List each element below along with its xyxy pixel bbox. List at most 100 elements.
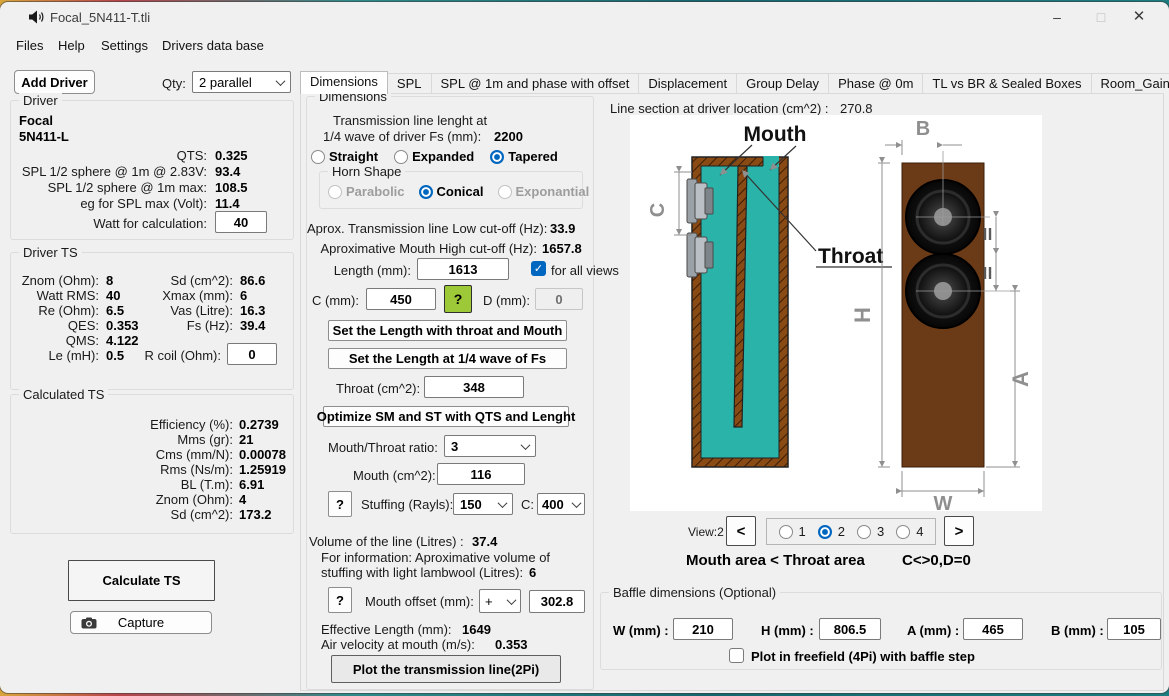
mouth-offset-input[interactable] <box>529 590 585 613</box>
tab-phase-0m[interactable]: Phase @ 0m <box>828 73 923 94</box>
title-bar: Focal_5N411-T.tli – □ ✕ <box>0 2 1169 32</box>
minimize-button[interactable]: – <box>1035 2 1079 32</box>
view-3-radio[interactable] <box>857 525 871 539</box>
baffle-a-input[interactable] <box>963 618 1023 640</box>
optimize-button[interactable]: Optimize SM and ST with QTS and Lenght <box>323 406 569 427</box>
c-dim-label: C <box>647 203 669 217</box>
c-help-button[interactable]: ? <box>444 285 472 313</box>
capture-label: Capture <box>118 615 164 630</box>
length-input[interactable] <box>417 258 509 280</box>
calculated-ts-group-title: Calculated TS <box>19 387 108 402</box>
shape-straight-radio[interactable] <box>311 150 325 164</box>
driver-row-value: 93.4 <box>215 164 240 179</box>
cts-label: Efficiency (%): <box>11 417 233 432</box>
horn-conical-radio[interactable] <box>419 185 433 199</box>
view-1-radio[interactable] <box>779 525 793 539</box>
tab-tl-vs-br-sealed[interactable]: TL vs BR & Sealed Boxes <box>922 73 1091 94</box>
view-next-button[interactable]: > <box>944 516 974 546</box>
close-button[interactable]: ✕ <box>1117 2 1161 32</box>
offset-help-button[interactable]: ? <box>328 587 352 613</box>
baffle-w-label: W (mm) : <box>613 623 669 638</box>
app-window: Focal_5N411-T.tli – □ ✕ Files Help Setti… <box>0 2 1169 693</box>
throat-input[interactable] <box>424 376 524 398</box>
mouth-throat-ratio-value: 3 <box>451 439 458 454</box>
chevron-down-icon <box>498 498 508 508</box>
view-1-label[interactable]: 1 <box>799 524 806 539</box>
for-all-views-checkbox[interactable]: ✓ <box>531 261 546 276</box>
cts-value: 1.25919 <box>239 462 286 477</box>
a-dim-label: A <box>1008 371 1033 387</box>
horn-conical-label[interactable]: Conical <box>437 184 484 199</box>
throat-label: Throat (cm^2): <box>336 381 420 396</box>
qty-select[interactable]: 2 parallel <box>192 71 291 93</box>
view-3-label[interactable]: 3 <box>877 524 884 539</box>
menu-help[interactable]: Help <box>58 38 85 53</box>
offset-sign-select[interactable]: + <box>479 589 521 613</box>
add-driver-button[interactable]: Add Driver <box>14 70 95 94</box>
ts-value: 40 <box>106 288 120 303</box>
qty-value: 2 parallel <box>199 75 252 90</box>
calculated-ts-groupbox: Calculated TS Efficiency (%): 0.2739 Mms… <box>10 394 294 534</box>
cts-label: Znom (Ohm): <box>11 492 233 507</box>
horn-parabolic-label[interactable]: Parabolic <box>346 184 405 199</box>
ts-label: QES: <box>11 318 99 333</box>
c-mm-input[interactable] <box>366 288 436 310</box>
plot-transmission-line-button[interactable]: Plot the transmission line(2Pi) <box>331 655 561 683</box>
for-all-views-label[interactable]: for all views <box>551 263 619 278</box>
stuffing-select[interactable]: 150 <box>453 493 513 515</box>
ts-label: QMS: <box>11 333 99 348</box>
shape-expanded-radio[interactable] <box>394 150 408 164</box>
tab-dimensions[interactable]: Dimensions <box>300 71 388 94</box>
view-prev-button[interactable]: < <box>726 516 756 546</box>
set-length-throat-mouth-button[interactable]: Set the Length with throat and Mouth <box>328 320 567 341</box>
menu-settings[interactable]: Settings <box>101 38 148 53</box>
mouth-throat-note: Mouth area < Throat area <box>686 552 865 569</box>
horn-parabolic-radio[interactable] <box>328 185 342 199</box>
baffle-b-input[interactable] <box>1107 618 1161 640</box>
ts-label: Re (Ohm): <box>11 303 99 318</box>
tab-spl-1m-phase-offset[interactable]: SPL @ 1m and phase with offset <box>431 73 640 94</box>
watt-for-calculation-input[interactable] <box>215 211 267 233</box>
baffle-h-input[interactable] <box>819 618 881 640</box>
rcoil-input[interactable] <box>227 343 277 365</box>
mouth-throat-ratio-select[interactable]: 3 <box>444 435 536 457</box>
view-4-label[interactable]: 4 <box>916 524 923 539</box>
tab-room-gain[interactable]: Room_Gain <box>1091 73 1169 94</box>
shape-straight-label[interactable]: Straight <box>329 149 378 164</box>
ts-label: Znom (Ohm): <box>11 273 99 288</box>
menu-files[interactable]: Files <box>16 38 43 53</box>
c-speed-select[interactable]: 400 <box>537 493 585 515</box>
horn-exponantial-label[interactable]: Exponantial <box>516 184 590 199</box>
view-2-radio[interactable] <box>818 525 832 539</box>
tab-group-delay[interactable]: Group Delay <box>736 73 829 94</box>
freefield-checkbox[interactable] <box>729 648 744 663</box>
shape-expanded-label[interactable]: Expanded <box>412 149 474 164</box>
view-4-radio[interactable] <box>896 525 910 539</box>
h-dim-label: H <box>850 307 875 323</box>
shape-tapered-label[interactable]: Tapered <box>508 149 558 164</box>
menu-drivers-database[interactable]: Drivers data base <box>162 38 264 53</box>
tab-spl[interactable]: SPL <box>387 73 432 94</box>
ts-label: Vas (Litre): <box>145 303 233 318</box>
w-dim-label: W <box>934 493 953 511</box>
driver-row-label: eg for SPL max (Volt): <box>11 196 207 211</box>
set-length-quarter-wave-button[interactable]: Set the Length at 1/4 wave of Fs <box>328 348 567 369</box>
ts-value: 16.3 <box>240 303 265 318</box>
cts-label: Rms (Ns/m): <box>11 462 233 477</box>
cts-value: 173.2 <box>239 507 272 522</box>
stuffing-value: 150 <box>460 497 482 512</box>
cd-note: C<>0,D=0 <box>902 552 971 569</box>
baffle-w-input[interactable] <box>673 618 733 640</box>
stuffing-help-button[interactable]: ? <box>328 491 352 517</box>
tab-displacement[interactable]: Displacement <box>638 73 737 94</box>
freefield-label[interactable]: Plot in freefield (4Pi) with baffle step <box>751 649 975 664</box>
horn-exponantial-radio[interactable] <box>498 185 512 199</box>
calculate-ts-button[interactable]: Calculate TS <box>68 560 215 601</box>
horn-shape-title: Horn Shape <box>328 164 405 179</box>
line-section-label: Line section at driver location (cm^2) : <box>610 101 829 116</box>
shape-tapered-radio[interactable] <box>490 150 504 164</box>
ts-value: 8 <box>106 273 113 288</box>
mouth-area-input[interactable] <box>437 463 525 485</box>
capture-button[interactable]: Capture <box>70 611 212 634</box>
view-2-label[interactable]: 2 <box>838 524 845 539</box>
